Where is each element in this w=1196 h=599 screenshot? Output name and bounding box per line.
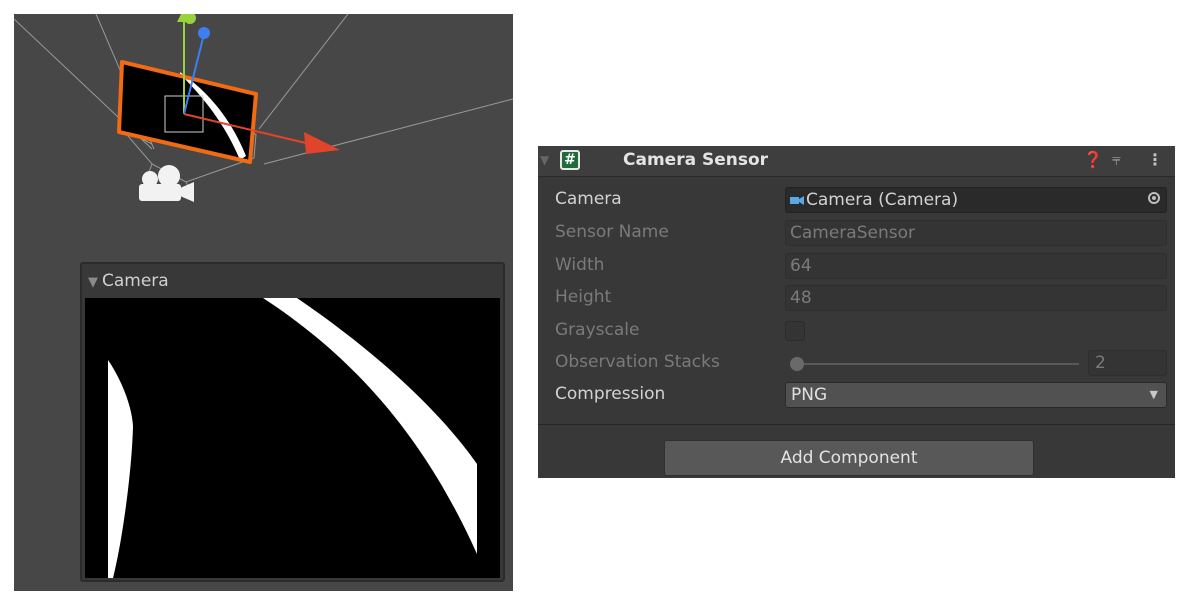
observation-stacks-input[interactable]: 2	[1088, 350, 1167, 376]
camera-object-field[interactable]: Camera (Camera)	[785, 187, 1167, 213]
camera-small-icon	[790, 195, 804, 205]
foldout-arrow-icon[interactable]: ▼	[540, 153, 549, 167]
compression-dropdown[interactable]: PNG ▼	[785, 382, 1167, 408]
field-row-grayscale: Grayscale	[538, 317, 1175, 345]
field-label: Grayscale	[555, 320, 640, 340]
field-row-height: Height 48	[538, 284, 1175, 312]
scene-view[interactable]: ▼ Camera	[14, 14, 513, 591]
field-label: Height	[555, 287, 612, 307]
field-row-observation-stacks: Observation Stacks 2	[538, 349, 1175, 377]
field-label: Width	[555, 255, 605, 275]
slider-handle[interactable]	[790, 357, 804, 371]
field-row-width: Width 64	[538, 252, 1175, 280]
field-label: Sensor Name	[555, 222, 669, 242]
camera-preview-panel[interactable]: ▼ Camera	[80, 262, 505, 582]
height-input[interactable]: 48	[785, 285, 1167, 311]
field-row-compression: Compression PNG ▼	[538, 381, 1175, 409]
camera-field-value: Camera (Camera)	[806, 190, 959, 210]
presets-icon[interactable]: ⫧	[1112, 150, 1121, 170]
compression-value: PNG	[791, 385, 828, 405]
divider	[538, 424, 1175, 425]
field-label: Compression	[555, 384, 666, 404]
component-title: Camera Sensor	[623, 150, 769, 170]
field-label: Camera	[555, 189, 622, 209]
inspector-panel: ▼ # Camera Sensor ❓ ⫧ ⋮ Camera Camera (C…	[538, 146, 1175, 478]
grayscale-checkbox[interactable]	[785, 321, 805, 341]
field-row-camera: Camera Camera (Camera)	[538, 186, 1175, 214]
component-header[interactable]: ▼ # Camera Sensor ❓ ⫧ ⋮	[538, 146, 1175, 177]
near-plane[interactable]	[117, 60, 258, 164]
field-label: Observation Stacks	[555, 352, 720, 372]
preview-title: Camera	[102, 271, 169, 291]
object-picker-icon[interactable]	[1148, 192, 1160, 204]
dropdown-arrow-icon: ▼	[1149, 388, 1158, 401]
width-input[interactable]: 64	[785, 253, 1167, 279]
camera-icon[interactable]	[139, 165, 194, 202]
sensor-name-input[interactable]: CameraSensor	[785, 220, 1167, 246]
collapse-triangle-icon[interactable]: ▼	[88, 275, 98, 290]
camera-frustum	[14, 14, 513, 195]
menu-icon[interactable]: ⋮	[1147, 150, 1163, 169]
help-icon[interactable]: ❓	[1083, 150, 1103, 169]
observation-stacks-slider[interactable]	[793, 363, 1079, 365]
script-icon: #	[560, 150, 580, 170]
field-row-sensor-name: Sensor Name CameraSensor	[538, 219, 1175, 247]
camera-preview-image	[85, 298, 500, 578]
add-component-button[interactable]: Add Component	[664, 440, 1034, 476]
